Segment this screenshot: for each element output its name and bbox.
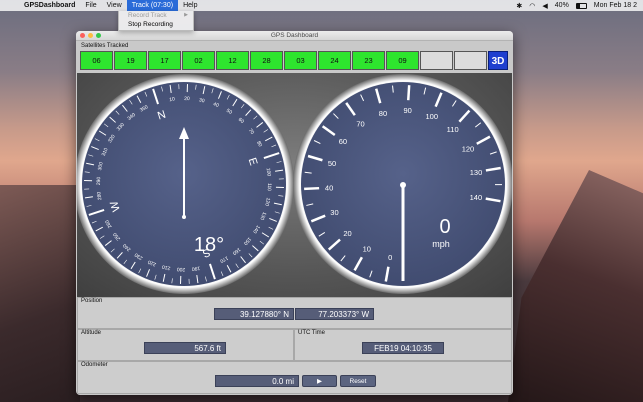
odometer-play-button[interactable]: ▶	[302, 375, 337, 387]
clock[interactable]: Mon Feb 18 2	[594, 2, 637, 9]
satellite-cell: 09	[386, 51, 419, 70]
compass-degree-label: 10	[169, 96, 176, 103]
longitude-field: 77.203373° W	[295, 308, 374, 320]
speedometer-scale-label: 50	[328, 159, 336, 168]
speedometer-scale-label: 110	[447, 125, 459, 134]
speedometer-scale-label: 30	[330, 208, 338, 217]
menu-item-record-track-label: Record Track	[128, 12, 167, 19]
latitude-field: 39.127880° N	[214, 308, 294, 320]
bluetooth-icon[interactable]: ✱	[516, 2, 522, 10]
utc-field: FEB19 04:10:35	[362, 342, 444, 354]
menu-bar: GPSDashboard File View Track (07:30) Hel…	[0, 0, 643, 11]
menu-item-stop-recording[interactable]: Stop Recording	[119, 20, 193, 29]
odometer-field: 0.0 mi	[215, 375, 299, 387]
odometer-label: Odometer	[81, 362, 108, 368]
satellite-cell: 28	[250, 51, 283, 70]
satellite-cell: 19	[114, 51, 147, 70]
gauges-svg: NESW10 20 30405060708010011012013014015016…	[77, 74, 512, 294]
window-titlebar[interactable]: GPS Dashboard	[76, 31, 513, 41]
compass-degree-label: 20	[184, 96, 190, 102]
satellite-cell: 12	[216, 51, 249, 70]
speedometer-scale-label: 60	[339, 137, 347, 146]
volume-icon[interactable]: ◀	[542, 2, 547, 10]
speedometer-scale-label: 130	[470, 168, 483, 177]
satellite-list: 06 19 17 02 12 28 03 24 23 09	[80, 51, 487, 70]
speed-unit: mph	[432, 239, 450, 249]
submenu-arrow-icon: ▶	[184, 12, 188, 18]
gauge-area: N E S W 10 20 30 40 50 60 70 80 100 110 120 130 140 150 16…	[77, 73, 512, 297]
altitude-label: Altitude	[81, 330, 102, 336]
menu-track[interactable]: Track (07:30)	[126, 0, 179, 11]
odometer-reset-button[interactable]: Reset	[340, 375, 376, 387]
satellite-cell: 03	[284, 51, 317, 70]
speedometer-tick	[406, 85, 411, 101]
odometer-panel: Odometer 0.0 mi ▶ Reset	[77, 361, 512, 394]
satellite-cell: 06	[80, 51, 113, 70]
speedometer-hub	[400, 182, 406, 188]
track-menu-dropdown: Record Track ▶ Stop Recording	[118, 11, 194, 31]
satellites-label: Satellites Tracked	[81, 43, 129, 49]
menu-view[interactable]: View	[102, 0, 127, 11]
compass-degree-label: 280	[96, 191, 103, 200]
position-panel: Position 39.127880° N 77.203373° W	[77, 297, 512, 329]
desktop-background-left	[0, 185, 80, 402]
speedometer-scale-label: 20	[343, 229, 351, 238]
speedometer-scale-label: 70	[356, 119, 364, 128]
speedometer-scale-label: 10	[363, 245, 371, 254]
wifi-icon[interactable]: ◠	[529, 2, 535, 10]
speedometer-scale-label: 0	[388, 253, 392, 262]
utc-panel: UTC Time FEB19 04:10:35	[294, 329, 512, 361]
speedometer-scale-label: 120	[462, 145, 475, 154]
compass-hub	[182, 215, 186, 219]
satellite-cell: 17	[148, 51, 181, 70]
compass-degree-label: 190	[191, 265, 200, 272]
speedometer-scale-label: 90	[403, 106, 411, 115]
menu-item-stop-recording-label: Stop Recording	[128, 21, 173, 28]
altitude-field: 567.6 ft	[144, 342, 226, 354]
position-label: Position	[81, 298, 103, 304]
battery-percent[interactable]: 40%	[555, 2, 569, 9]
compass-degree-label: 110	[266, 183, 272, 191]
utc-label: UTC Time	[298, 330, 325, 336]
window-title: GPS Dashboard	[270, 32, 319, 39]
menu-item-record-track: Record Track ▶	[119, 11, 193, 20]
menu-file[interactable]: File	[80, 0, 101, 11]
battery-icon[interactable]	[575, 2, 587, 9]
compass-gauge: NESW10 20 30405060708010011012013014015016…	[77, 74, 294, 294]
minimize-window-button[interactable]	[88, 33, 93, 38]
desktop-background-right	[508, 170, 643, 402]
compass-degree-label: 290	[96, 177, 102, 186]
satellite-cell: 02	[182, 51, 215, 70]
compass-degree-label: 200	[177, 266, 186, 272]
gps-dashboard-window: GPS Dashboard Satellites Tracked 06 19 1…	[76, 31, 513, 395]
altitude-panel: Altitude 567.6 ft	[77, 329, 294, 361]
menu-app-name[interactable]: GPSDashboard	[19, 0, 80, 11]
speedometer-scale-label: 40	[325, 184, 333, 193]
speedometer-gauge: 0 10 20 30 40 50 60 70 80 90 100 110 120 130 140 0 mph	[293, 74, 512, 294]
compass-degree-label: 100	[265, 168, 272, 177]
speedometer-scale-label: 100	[425, 112, 438, 121]
compass-heading-readout: 18°	[194, 234, 224, 256]
satellite-cell-empty	[454, 51, 487, 70]
speedometer-scale-label: 140	[470, 193, 483, 202]
zoom-window-button[interactable]	[96, 33, 101, 38]
speedometer-scale-label: 80	[379, 109, 387, 118]
close-window-button[interactable]	[80, 33, 85, 38]
status-area: ✱ ◠ ◀ 40% Mon Feb 18 2	[516, 2, 643, 10]
fix-type-badge: 3D	[488, 51, 508, 70]
satellite-cell: 23	[352, 51, 385, 70]
menu-help[interactable]: Help	[178, 0, 202, 11]
speed-readout: 0	[439, 216, 450, 238]
satellite-cell: 24	[318, 51, 351, 70]
speedometer-tick	[304, 186, 320, 191]
satellite-cell-empty	[420, 51, 453, 70]
